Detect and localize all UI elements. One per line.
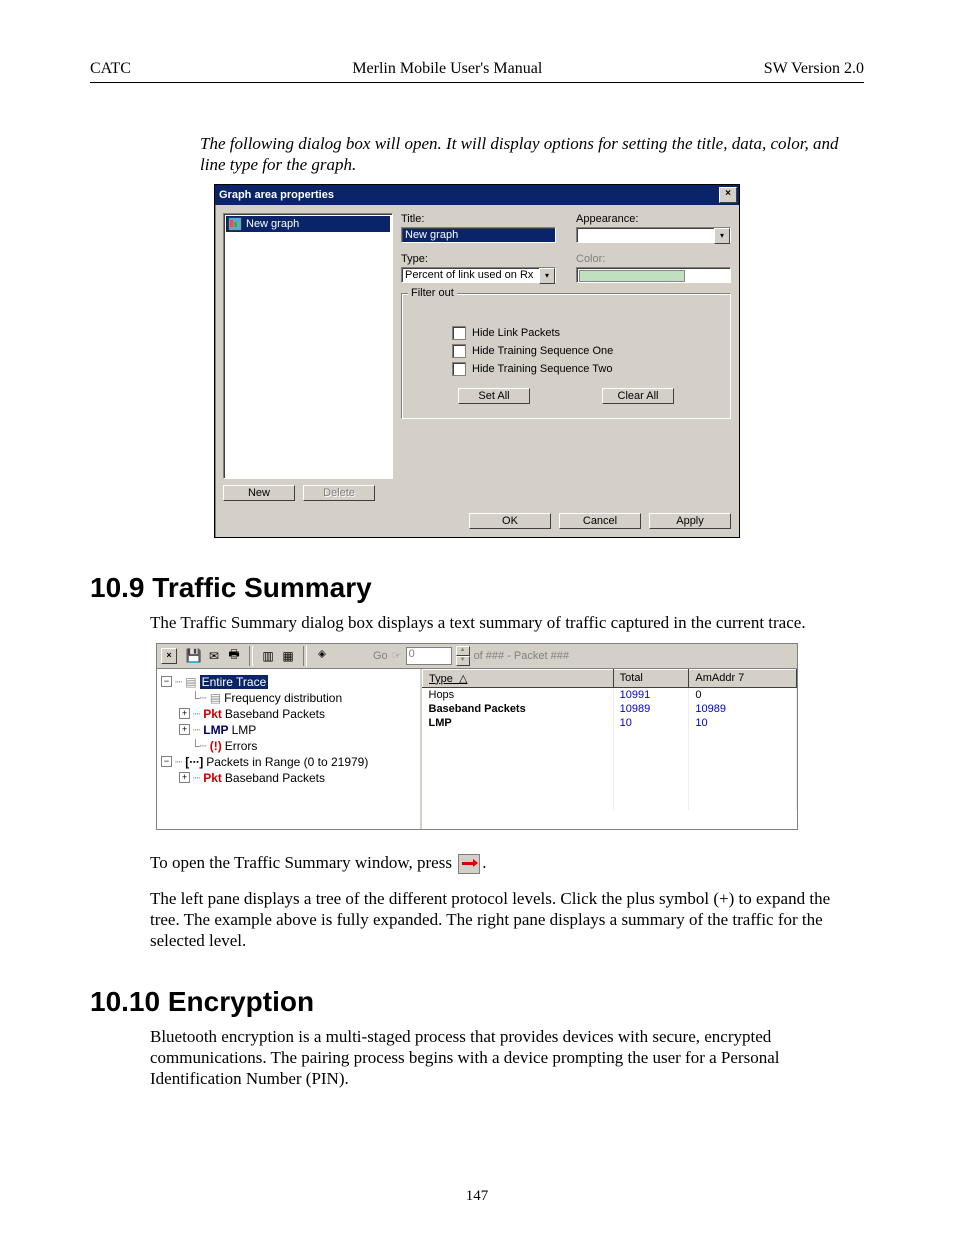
- chevron-down-icon[interactable]: ▾: [539, 268, 555, 284]
- page-icon: ▤: [210, 691, 221, 705]
- close-icon[interactable]: ×: [161, 648, 177, 664]
- expand-icon[interactable]: +: [179, 708, 190, 719]
- title-label: Title:: [401, 213, 556, 225]
- tree-pane[interactable]: −┈ ▤ Entire Trace └┈▤ Frequency distribu…: [157, 669, 422, 829]
- tree-node[interactable]: Packets in Range (0 to 21979): [206, 755, 368, 769]
- apply-button[interactable]: Apply: [649, 513, 731, 529]
- page-icon[interactable]: ▥: [259, 647, 277, 665]
- appearance-select[interactable]: [576, 227, 731, 243]
- checkbox[interactable]: [452, 362, 466, 376]
- expand-icon[interactable]: +: [179, 724, 190, 735]
- print-icon[interactable]: 🖶: [225, 647, 243, 665]
- table-pane: Type △ Total AmAddr 7 Hops 10991 0 Baseb…: [422, 669, 797, 829]
- ok-button[interactable]: OK: [469, 513, 551, 529]
- chk-label: Hide Training Sequence Two: [472, 363, 612, 375]
- toolbar: × 💾 ✉ 🖶 ▥ ▦ 🞛 Go ☞ 0 ▲▼ of ### - Packet …: [157, 644, 797, 669]
- pointer-icon[interactable]: ☞: [392, 649, 402, 662]
- pkt-icon: Pkt: [203, 771, 222, 785]
- section-heading-encryption: 10.10 Encryption: [90, 986, 864, 1018]
- options-icon[interactable]: 🞛: [313, 647, 331, 665]
- page-header: CATC Merlin Mobile User's Manual SW Vers…: [90, 60, 864, 83]
- go-input[interactable]: 0: [406, 647, 452, 665]
- separator: [303, 646, 307, 666]
- hdr-left: CATC: [90, 60, 131, 78]
- delete-button: Delete: [303, 485, 375, 501]
- col-total[interactable]: Total: [613, 669, 689, 687]
- clear-all-button[interactable]: Clear All: [602, 388, 674, 404]
- chevron-down-icon[interactable]: ▾: [714, 228, 730, 244]
- graph-properties-dialog: Graph area properties × New graph New De…: [214, 184, 740, 538]
- col-type[interactable]: Type △: [423, 669, 614, 687]
- chk-label: Hide Link Packets: [472, 327, 560, 339]
- panes-explain-text: The left pane displays a tree of the dif…: [150, 888, 864, 952]
- type-label: Type:: [401, 253, 556, 265]
- pkt-icon: Pkt: [203, 707, 222, 721]
- chart-icon: [228, 217, 242, 231]
- page-number: 147: [0, 1188, 954, 1205]
- color-swatch[interactable]: [576, 267, 731, 283]
- open-summary-text: To open the Traffic Summary window, pres…: [150, 852, 864, 874]
- tree-node[interactable]: Baseband Packets: [225, 771, 325, 785]
- dialog-title: Graph area properties: [219, 189, 334, 201]
- save-icon[interactable]: 💾: [185, 647, 203, 665]
- collapse-icon[interactable]: −: [161, 676, 172, 687]
- filter-label: Filter out: [408, 287, 457, 299]
- section-heading-traffic: 10.9 Traffic Summary: [90, 572, 864, 604]
- tree-node[interactable]: Baseband Packets: [225, 707, 325, 721]
- email-icon[interactable]: ✉: [205, 647, 223, 665]
- tree-node[interactable]: LMP: [232, 723, 257, 737]
- graph-item-label: New graph: [246, 218, 299, 230]
- tree-node[interactable]: Frequency distribution: [224, 691, 342, 705]
- traffic-paragraph: The Traffic Summary dialog box displays …: [150, 612, 864, 633]
- range-icon: [∙∙∙]: [185, 755, 203, 769]
- set-all-button[interactable]: Set All: [458, 388, 530, 404]
- lmp-icon: LMP: [203, 723, 228, 737]
- intro-text: The following dialog box will open. It w…: [200, 133, 854, 176]
- col-amaddr[interactable]: AmAddr 7: [689, 669, 797, 687]
- separator: [249, 646, 253, 666]
- hdr-center: Merlin Mobile User's Manual: [352, 60, 542, 78]
- collapse-icon[interactable]: −: [161, 756, 172, 767]
- filter-groupbox: Filter out Hide Link Packets Hide Traini…: [401, 293, 731, 419]
- summary-table: Type △ Total AmAddr 7 Hops 10991 0 Baseb…: [422, 669, 797, 810]
- traffic-arrow-icon[interactable]: [458, 854, 480, 874]
- close-icon[interactable]: ×: [719, 187, 737, 203]
- graph-list-item[interactable]: New graph: [226, 216, 390, 232]
- appearance-label: Appearance:: [576, 213, 731, 225]
- dialog-titlebar: Graph area properties ×: [215, 185, 739, 205]
- checkbox[interactable]: [452, 344, 466, 358]
- grid-icon[interactable]: ▦: [279, 647, 297, 665]
- graph-list[interactable]: New graph: [223, 213, 393, 479]
- go-context: of ### - Packet ###: [474, 650, 569, 662]
- spin-buttons[interactable]: ▲▼: [456, 646, 470, 666]
- checkbox[interactable]: [452, 326, 466, 340]
- color-label: Color:: [576, 253, 731, 265]
- traffic-summary-window: × 💾 ✉ 🖶 ▥ ▦ 🞛 Go ☞ 0 ▲▼ of ### - Packet …: [156, 643, 798, 830]
- tree-node[interactable]: Errors: [225, 739, 258, 753]
- go-label: Go: [373, 650, 388, 662]
- tree-root[interactable]: Entire Trace: [200, 675, 269, 689]
- page-icon: ▤: [185, 675, 196, 689]
- type-select[interactable]: Percent of link used on Rx: [401, 267, 556, 283]
- table-row[interactable]: Baseband Packets 10989 10989: [423, 702, 797, 716]
- cancel-button[interactable]: Cancel: [559, 513, 641, 529]
- error-icon: (!): [210, 739, 222, 753]
- title-input[interactable]: New graph: [401, 227, 556, 243]
- encryption-paragraph: Bluetooth encryption is a multi-staged p…: [150, 1026, 864, 1090]
- hdr-right: SW Version 2.0: [764, 60, 864, 78]
- chk-label: Hide Training Sequence One: [472, 345, 613, 357]
- table-row[interactable]: Hops 10991 0: [423, 687, 797, 702]
- table-row[interactable]: LMP 10 10: [423, 716, 797, 730]
- expand-icon[interactable]: +: [179, 772, 190, 783]
- new-button[interactable]: New: [223, 485, 295, 501]
